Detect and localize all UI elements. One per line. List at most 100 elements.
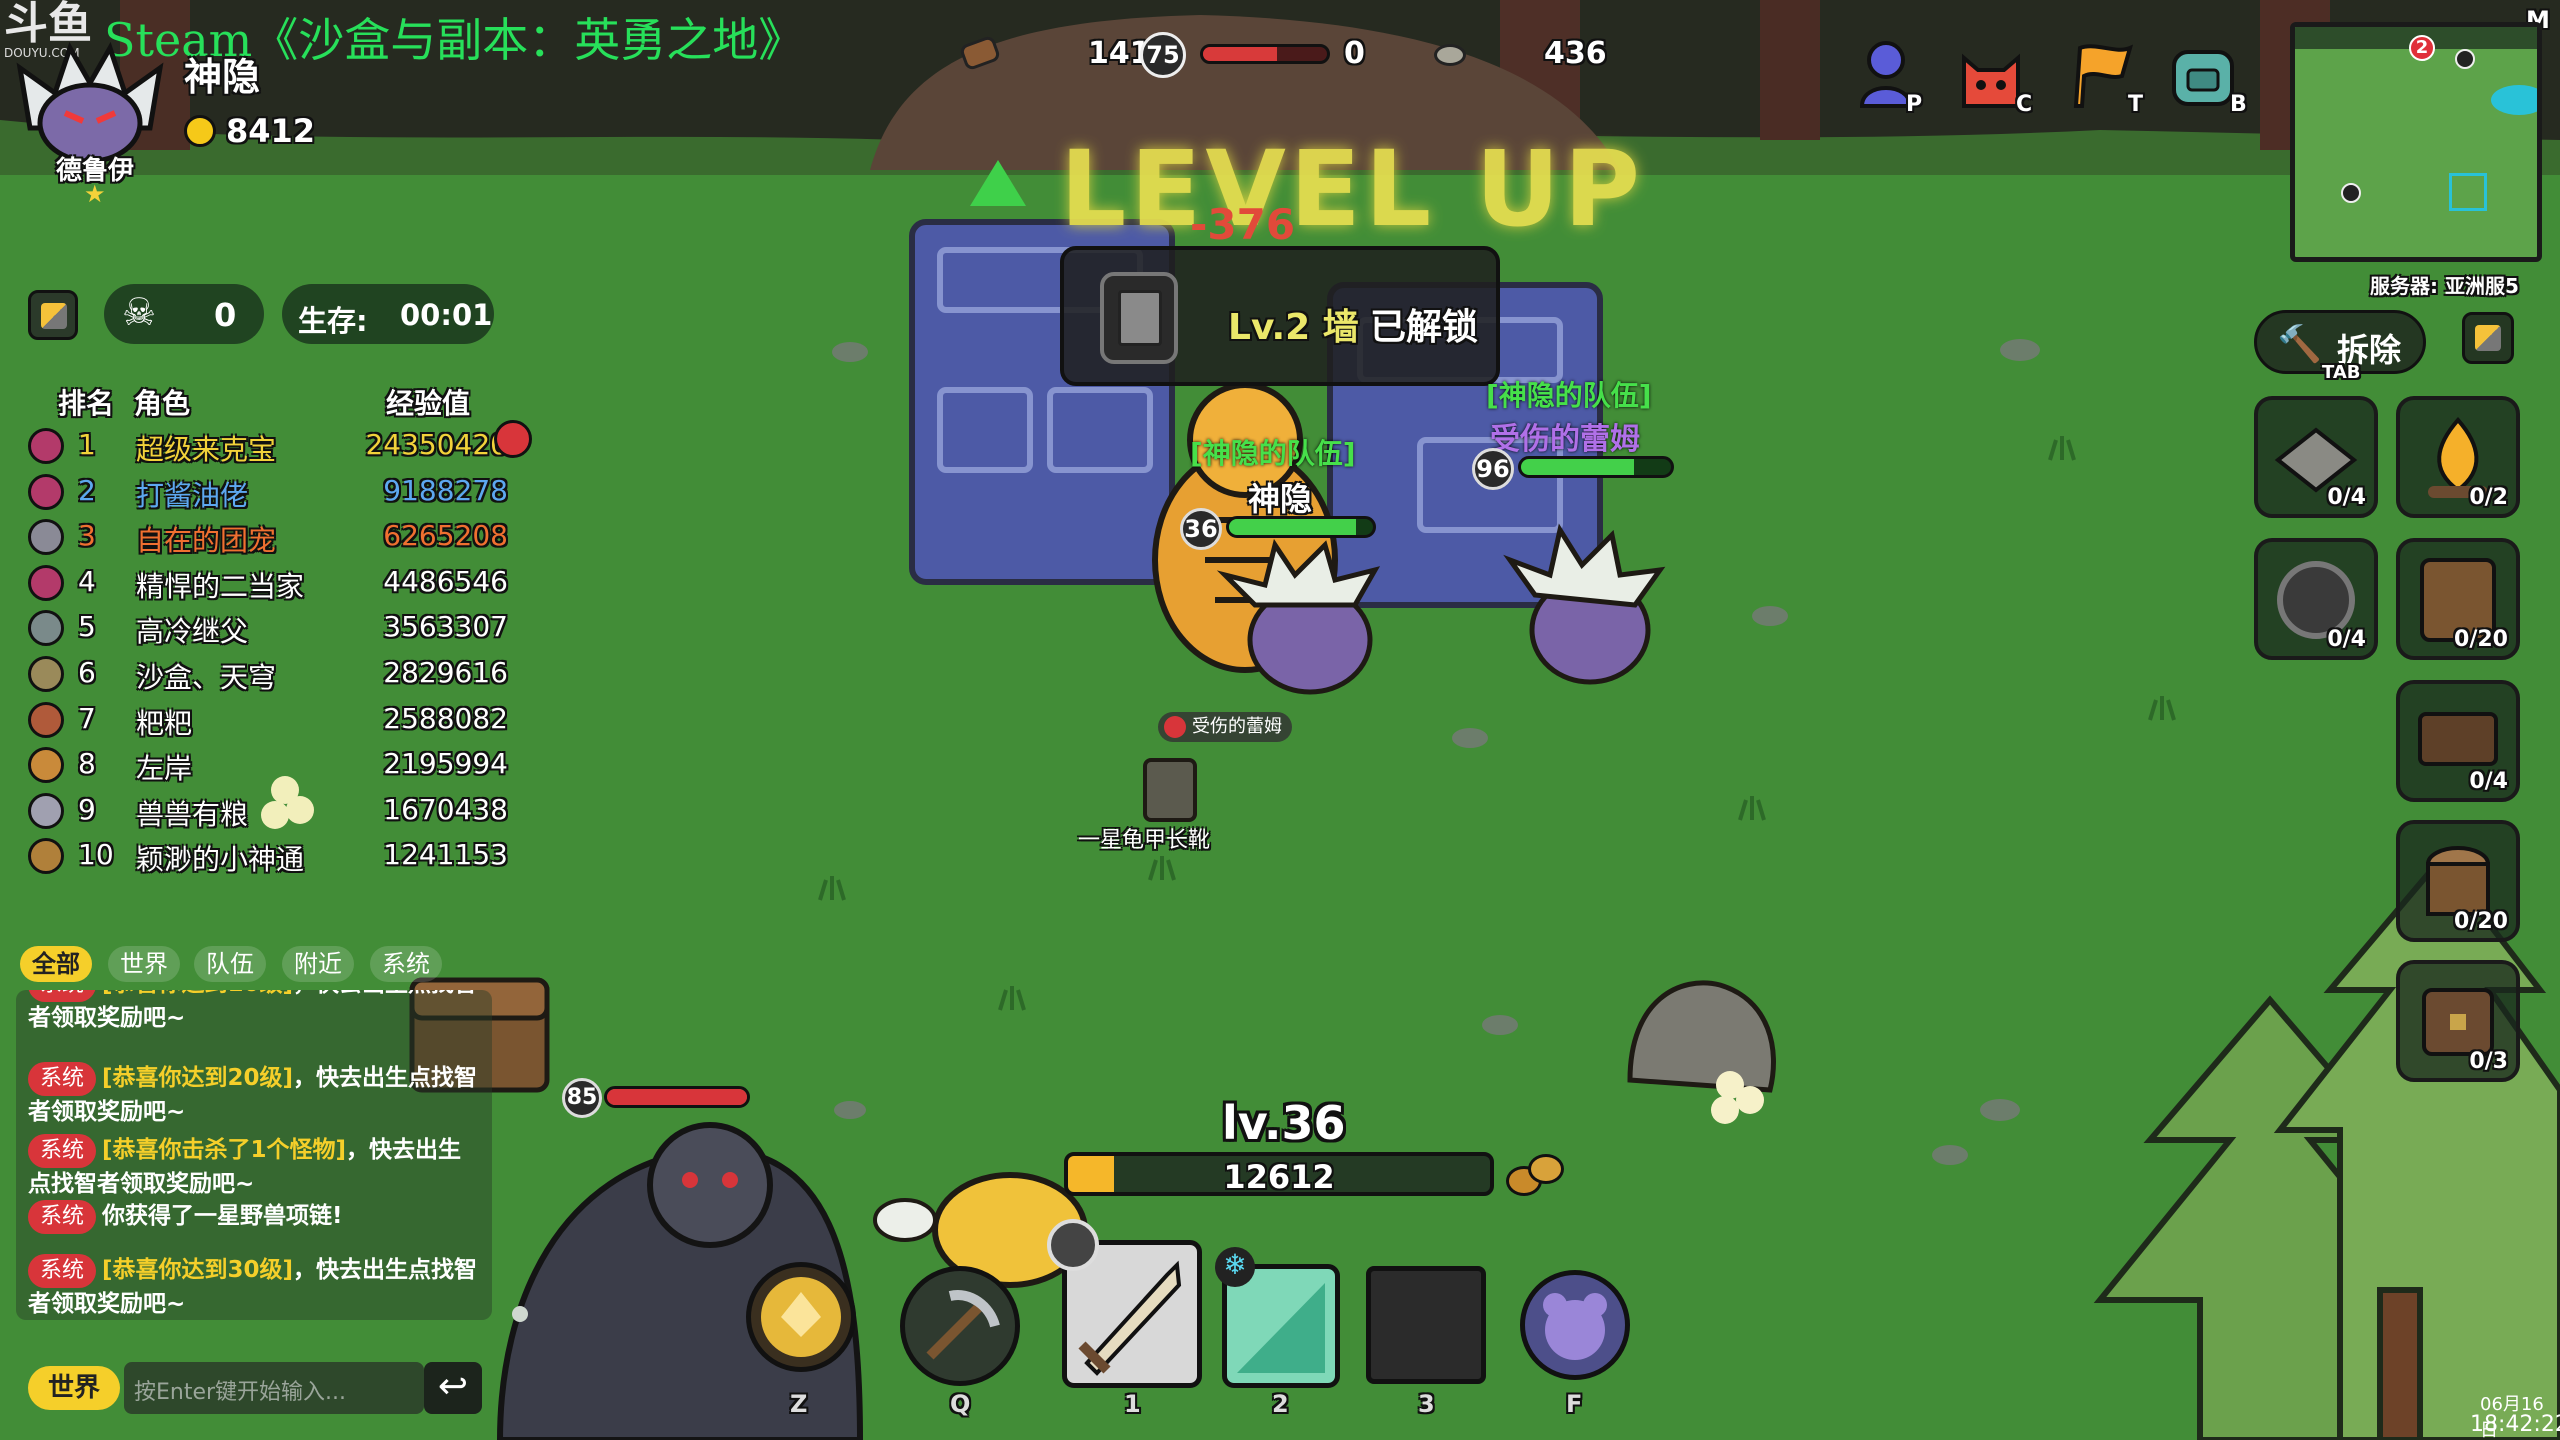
chat-channel-button[interactable]: 世界 <box>28 1366 120 1410</box>
chat-message-highlight: [恭喜你达到30级] <box>102 1257 294 1283</box>
profile-menu-button[interactable]: P <box>1856 40 1926 117</box>
talent-hotkey: T <box>2128 92 2144 117</box>
leaderboard-header-role: 角色 <box>134 387 191 420</box>
leaderboard-rank: 4 <box>78 564 96 598</box>
boss-health-bar <box>1200 44 1330 64</box>
skull-icon: ☠ <box>122 290 157 334</box>
leaderboard-rank: 9 <box>78 792 96 826</box>
flag-icon <box>2073 44 2134 108</box>
skill-f-hotkey: F <box>1566 1390 1583 1418</box>
survival-timer: 生存: 00:01 <box>282 284 494 344</box>
rank-avatar-icon <box>28 610 64 647</box>
chat-message-text: 你获得了一星野兽项链! <box>102 1203 343 1229</box>
leaderboard-xp: 9188278 <box>383 473 508 507</box>
build-slot-table[interactable]: 0/4 <box>2254 538 2378 660</box>
leaderboard-row: 7 粑粑 2588082 <box>28 698 528 742</box>
chat-tab[interactable]: 队伍 <box>194 946 266 982</box>
pet-hotkey: C <box>2016 92 2033 117</box>
chat-input[interactable]: 按Enter键开始输入... <box>124 1362 424 1414</box>
backpack-icon <box>2172 50 2234 106</box>
unlock-banner: Lv.2 墙 已解锁 <box>1060 246 1500 386</box>
kill-counter: ☠ 0 <box>104 284 264 344</box>
chat-message-highlight: [恭喜你达到10级] <box>102 990 293 997</box>
chat-message-highlight: [恭喜你达到20级] <box>102 1065 294 1091</box>
ally-level-badge: 96 <box>1472 448 1514 490</box>
chat-tab[interactable]: 系统 <box>370 946 442 982</box>
skill-f[interactable] <box>1520 1270 1630 1380</box>
build-slot-door[interactable]: 0/4 <box>2396 680 2520 802</box>
chat-tab[interactable]: 附近 <box>282 946 354 982</box>
leaderboard-xp: 2195994 <box>383 747 508 781</box>
talent-menu-button[interactable]: T <box>2066 40 2146 117</box>
skill-1-hotkey: 1 <box>1124 1390 1141 1418</box>
edit-toggle-button[interactable] <box>28 290 78 340</box>
unlock-status: 已解锁 <box>1370 307 1479 348</box>
leaderboard-rank: 2 <box>78 473 96 507</box>
build-slot-count: 0/20 <box>2454 909 2508 934</box>
chat-scrollbar-thumb[interactable] <box>512 1306 528 1322</box>
skill-2-hotkey: 2 <box>1272 1390 1289 1418</box>
leaderboard-rank: 8 <box>78 747 96 781</box>
boss-level-badge: 75 <box>1140 32 1186 78</box>
build-slot-count: 0/4 <box>2327 485 2366 510</box>
skill-slot-1[interactable] <box>1047 1219 1202 1388</box>
player-world-name: 神隐 <box>1248 480 1313 518</box>
survival-time: 00:01 <box>400 298 493 332</box>
leaderboard-row: 6 沙盒、天穹 2829616 <box>28 652 528 696</box>
skill-q[interactable] <box>900 1266 1020 1386</box>
frost-badge-icon: ❄ <box>1215 1247 1255 1287</box>
small-name-tag: 受伤的蕾姆 <box>1158 712 1292 742</box>
demolish-hotkey: TAB <box>2322 362 2361 383</box>
build-slot-chest[interactable]: 0/3 <box>2396 960 2520 1082</box>
ally-health-bar <box>1518 456 1674 478</box>
level-up-arrow-icon <box>970 160 1026 206</box>
leaderboard: 排名 角色 经验值 1 超级来克宝 24350420 2 打酱油佬 9188278 3 自在的… <box>0 376 560 876</box>
leaderboard-rank: 10 <box>78 838 114 872</box>
damage-number: -376 <box>1190 200 1296 249</box>
rank-avatar-icon <box>28 519 64 556</box>
player-health-bar <box>1226 516 1376 538</box>
build-slot-wood-wall[interactable]: 0/20 <box>2396 538 2520 660</box>
rank-avatar-icon <box>28 838 64 875</box>
transform-skill-icon <box>761 1277 841 1357</box>
build-slot-count: 0/3 <box>2469 1049 2508 1074</box>
leaderboard-name: 高冷继父 <box>136 615 249 649</box>
pet-menu-button[interactable]: C <box>1956 40 2036 117</box>
build-slot-count: 0/4 <box>2327 627 2366 652</box>
leaderboard-name: 兽兽有粮 <box>136 797 249 831</box>
player-name: 神隐 <box>184 55 261 99</box>
hammer-icon: 🔨 <box>2277 324 2322 365</box>
leaderboard-xp: 6265208 <box>383 519 508 553</box>
skill-z[interactable] <box>746 1262 856 1372</box>
leaderboard-xp: 1670438 <box>383 792 508 826</box>
rank-avatar-icon <box>28 656 64 692</box>
chat-message-highlight: [恭喜你击杀了1个怪物] <box>102 1137 347 1163</box>
build-slot-count: 0/20 <box>2454 627 2508 652</box>
build-slot-floor[interactable]: 0/4 <box>2254 396 2378 518</box>
leaderboard-xp: 2588082 <box>383 701 508 735</box>
skill-q-hotkey: Q <box>950 1390 971 1418</box>
leaderboard-rank: 1 <box>78 428 96 461</box>
build-slot-count: 0/2 <box>2469 485 2508 510</box>
leaderboard-xp: 24350420 <box>365 428 508 461</box>
build-slot-campfire[interactable]: 0/2 <box>2396 396 2520 518</box>
rank-avatar-icon <box>28 792 64 829</box>
top-stat-b: 0 <box>1344 36 1365 71</box>
build-slot-log[interactable]: 0/20 <box>2396 820 2520 942</box>
minimap-alert-badge: 2 <box>2409 35 2435 61</box>
build-edit-button[interactable] <box>2462 312 2514 364</box>
chat-tab[interactable]: 全部 <box>20 946 92 982</box>
chat-tab[interactable]: 世界 <box>108 946 180 982</box>
rank-avatar-icon <box>28 564 64 601</box>
minimap[interactable]: 2 <box>2290 22 2542 262</box>
chat-send-button[interactable]: ↩ <box>424 1362 482 1414</box>
wall-item-icon <box>1100 272 1178 364</box>
skill-slot-2[interactable]: ❄ <box>1215 1247 1340 1388</box>
survival-label: 生存: <box>298 304 368 338</box>
backpack-menu-button[interactable]: B <box>2166 40 2250 117</box>
minimap-lake <box>2491 85 2537 115</box>
drop-item-label[interactable]: 一星龟甲长靴 <box>1078 822 1210 854</box>
system-tag: 系统 <box>28 1200 97 1234</box>
build-slot-count: 0/4 <box>2469 769 2508 794</box>
skill-slot-3[interactable] <box>1366 1266 1486 1384</box>
